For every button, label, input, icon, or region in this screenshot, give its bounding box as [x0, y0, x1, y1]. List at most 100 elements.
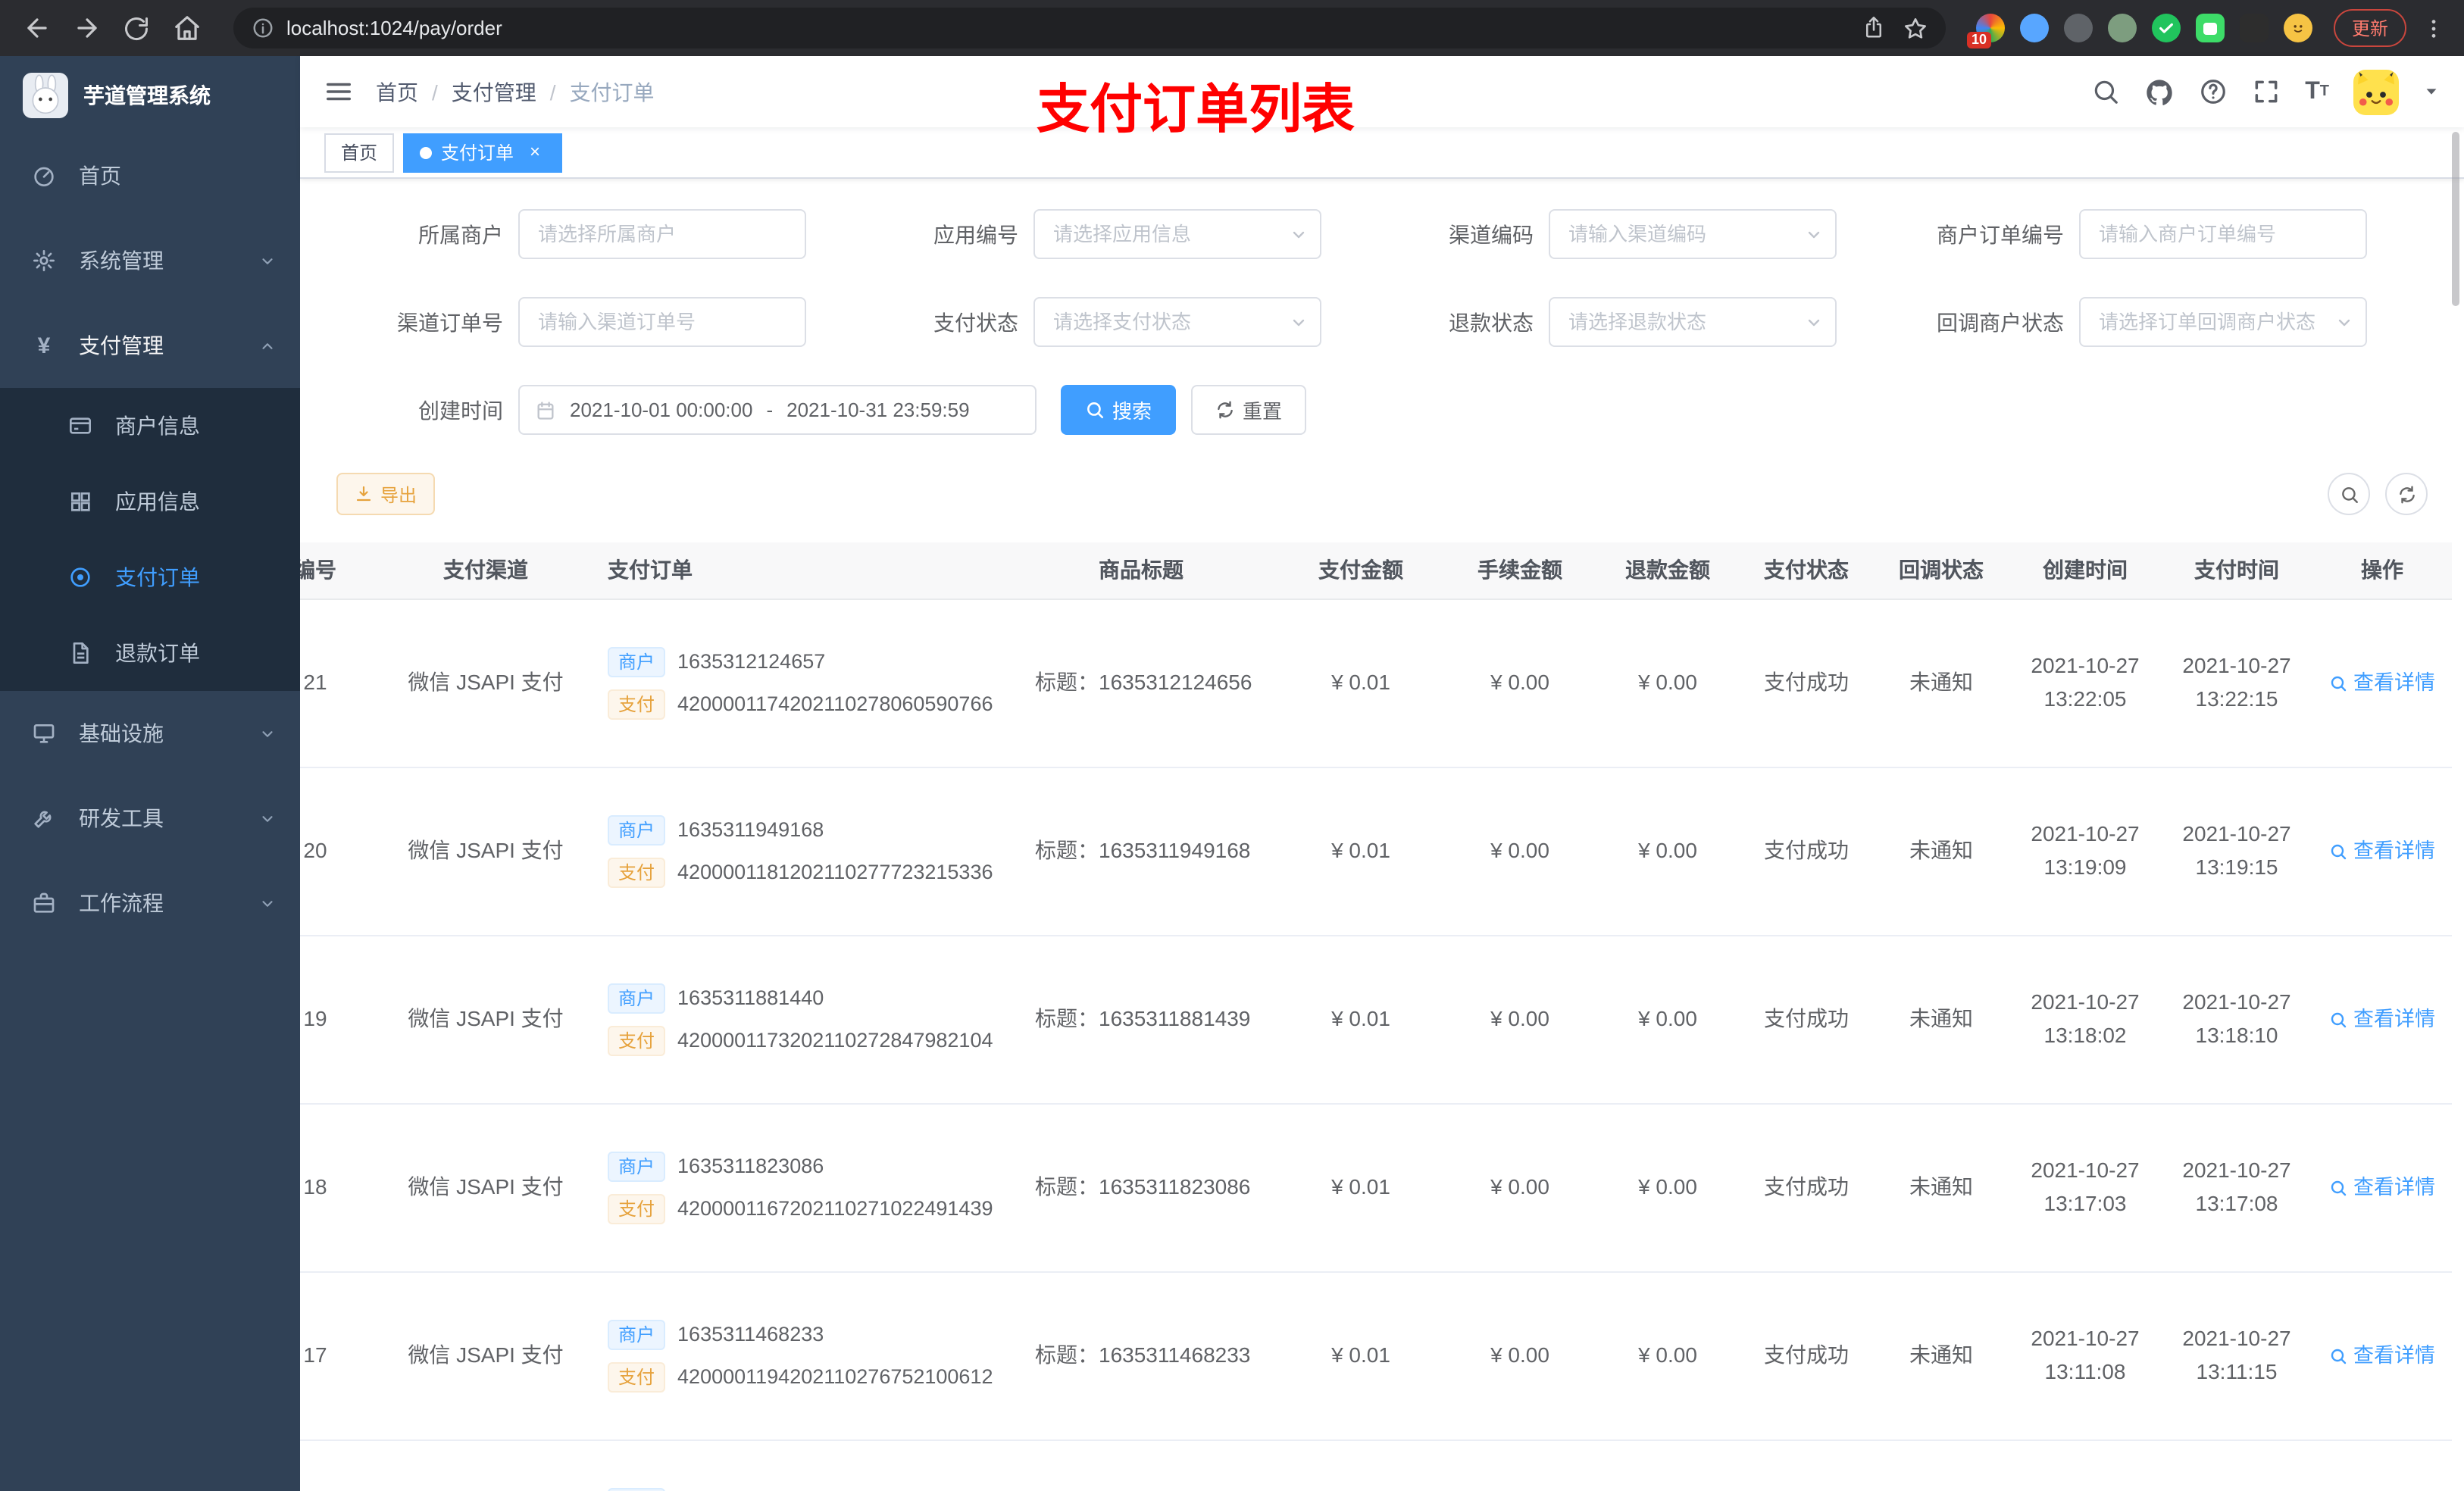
extension-badge: 10: [1966, 32, 1991, 48]
merchant-select[interactable]: [518, 209, 806, 259]
sidebar-item-payment[interactable]: ¥ 支付管理: [0, 303, 300, 388]
merchant-order-no: 1635311949168: [677, 817, 824, 841]
cell-fee-amount: ¥ 0.00: [1490, 838, 1549, 863]
merchant-order-input[interactable]: [2079, 209, 2367, 259]
payment-submenu: 商户信息 应用信息 支付订单 退款订单: [0, 388, 300, 691]
export-button[interactable]: 导出: [336, 473, 436, 515]
sidebar-item-app-info[interactable]: 应用信息: [0, 464, 300, 539]
app-logo: 芋道管理系统: [0, 56, 300, 133]
fullscreen-icon[interactable]: [2252, 77, 2281, 106]
site-info-icon[interactable]: [252, 17, 274, 39]
col-id: 编号: [300, 557, 336, 582]
refund-status-select[interactable]: [1549, 297, 1837, 347]
browser-extension-icon[interactable]: [2019, 14, 2049, 42]
reset-button[interactable]: 重置: [1191, 385, 1307, 435]
browser-extension-icon[interactable]: [2195, 14, 2225, 42]
reload-icon[interactable]: [118, 10, 155, 46]
github-icon[interactable]: [2144, 77, 2175, 107]
field-label: 渠道编码: [1449, 222, 1534, 246]
callback-status-select[interactable]: [2079, 297, 2367, 347]
view-detail-link[interactable]: 查看详情: [2329, 837, 2435, 866]
bookmark-star-icon[interactable]: [1903, 16, 1928, 40]
cell-actions: 查看详情: [2312, 600, 2452, 767]
scrollbar-thumb[interactable]: [2452, 132, 2459, 306]
cell-pay-status: 支付成功: [1764, 838, 1849, 863]
app-title: 芋道管理系统: [83, 83, 211, 107]
cell-create-time: 2021-10-27 13:22:05: [2031, 653, 2140, 711]
view-detail-link[interactable]: 查看详情: [2329, 1174, 2435, 1202]
avatar[interactable]: [2353, 69, 2399, 114]
toggle-search-button[interactable]: [2328, 473, 2370, 515]
browser-extension-icon[interactable]: 10: [1966, 14, 2005, 48]
sidebar-item-devtool[interactable]: 研发工具: [0, 776, 300, 861]
url-text: localhost:1024/pay/order: [286, 17, 502, 39]
breadcrumb-home[interactable]: 首页: [376, 77, 418, 107]
chevron-up-icon: [259, 337, 276, 354]
table-row: 19 微信 JSAPI 支付 商户 1635311881440 支付 4200001…: [300, 936, 2452, 1105]
browser-menu-icon[interactable]: [2422, 16, 2446, 40]
browser-extension-icon[interactable]: [2107, 14, 2137, 42]
cell-pay-channel: [376, 1441, 596, 1491]
cell-fee-amount: ¥ 0.00: [1490, 1006, 1549, 1031]
sidebar-item-infra[interactable]: 基础设施: [0, 691, 300, 776]
sidebar-item-workflow[interactable]: 工作流程: [0, 861, 300, 946]
cell-pay-time: 2021-10-27 13:19:15: [2182, 821, 2291, 879]
refresh-button[interactable]: [2385, 473, 2428, 515]
channel-code-select[interactable]: [1549, 209, 1837, 259]
tab-home[interactable]: 首页: [324, 133, 395, 172]
search-button[interactable]: 搜索: [1061, 385, 1177, 435]
sidebar-item-pay-order[interactable]: 支付订单: [0, 539, 300, 615]
chevron-down-icon: [259, 895, 276, 911]
merchant-order-no: 1635311823086: [677, 1154, 824, 1177]
browser-extension-icon[interactable]: [2283, 14, 2312, 42]
merchant-tag: 商户: [608, 1320, 666, 1350]
dot-circle-icon: [67, 565, 94, 589]
back-icon[interactable]: [18, 10, 55, 46]
forward-icon[interactable]: [68, 10, 105, 46]
sidebar-item-system[interactable]: 系统管理: [0, 218, 300, 303]
cell-actions: 查看详情: [2312, 1273, 2452, 1439]
app-select[interactable]: [1033, 209, 1321, 259]
merchant-tag: 商户: [608, 983, 666, 1014]
hamburger-icon[interactable]: [324, 77, 353, 106]
browser-extension-icon[interactable]: [2239, 14, 2269, 42]
close-tab-icon[interactable]: [524, 142, 546, 163]
browser-extension-icon[interactable]: [2151, 14, 2181, 42]
date-range-picker[interactable]: 2021-10-01 00:00:00 - 2021-10-31 23:59:5…: [518, 385, 1037, 435]
col-created: 创建时间: [2043, 557, 2128, 582]
view-detail-link[interactable]: 查看详情: [2329, 669, 2435, 698]
address-bar[interactable]: localhost:1024/pay/order: [233, 8, 1946, 48]
filter-row: 渠道订单号 支付状态 退款状态 回调商户状态: [336, 297, 2428, 347]
tab-pay-order[interactable]: 支付订单: [403, 133, 563, 172]
home-icon[interactable]: [168, 10, 205, 46]
cell-actions: 查看详情: [2312, 768, 2452, 935]
table-toolbar: 导出: [336, 473, 2428, 515]
pay-status-select[interactable]: [1033, 297, 1321, 347]
channel-order-input[interactable]: [518, 297, 806, 347]
view-detail-link[interactable]: 查看详情: [2329, 1342, 2435, 1371]
help-icon[interactable]: [2199, 77, 2228, 106]
share-icon[interactable]: [1862, 17, 1885, 39]
view-detail-link[interactable]: 查看详情: [2329, 1005, 2435, 1034]
sidebar-item-home[interactable]: 首页: [0, 133, 300, 218]
pay-tag: 支付: [608, 1194, 666, 1224]
cell-order-id: 17: [303, 1343, 327, 1368]
cell-pay-order: 商户 1635311949168 支付 4200001181202110277723…: [596, 768, 1005, 935]
field-label: 退款状态: [1449, 310, 1534, 334]
breadcrumb-current: 支付订单: [569, 80, 655, 104]
date-end: 2021-10-31 23:59:59: [786, 399, 970, 421]
sidebar-item-refund-order[interactable]: 退款订单: [0, 615, 300, 691]
font-size-icon[interactable]: TT: [2305, 79, 2329, 104]
date-separator: -: [766, 399, 774, 421]
cell-refund-amount: ¥ 0.00: [1638, 1006, 1697, 1031]
caret-down-icon[interactable]: [2423, 83, 2440, 100]
orders-table: 编号 支付渠道 支付订单 商品标题 支付金额 手续金额 退款金额 支付状态 回调…: [300, 542, 2464, 1491]
search-icon[interactable]: [2091, 77, 2120, 106]
breadcrumb-section[interactable]: 支付管理: [452, 77, 536, 107]
update-button[interactable]: 更新: [2333, 9, 2406, 47]
browser-extension-icon[interactable]: [2063, 14, 2093, 42]
cell-actions: 查看详情: [2312, 1105, 2452, 1271]
sidebar-item-merchant-info[interactable]: 商户信息: [0, 388, 300, 464]
cell-pay-order: 商户 1635311881440 支付 4200001173202110272847…: [596, 936, 1005, 1103]
pay-order-no: 4200001181202110277723215336: [677, 860, 993, 883]
